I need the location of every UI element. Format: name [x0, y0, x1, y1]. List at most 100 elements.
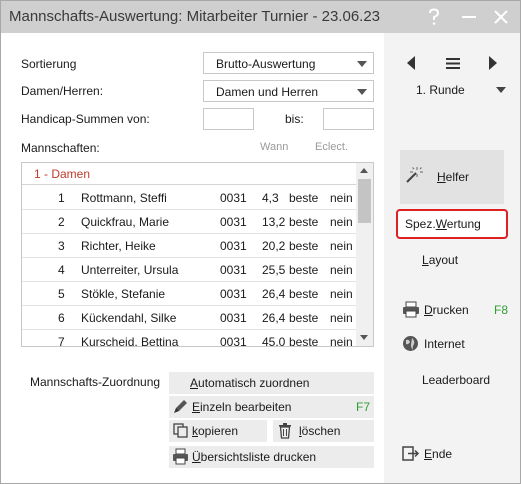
cell-hcp: 26,4	[262, 287, 286, 301]
list-scrollbar[interactable]	[356, 163, 373, 346]
helper-button[interactable]: Helfer	[400, 150, 504, 204]
printer-icon	[173, 448, 188, 465]
cell-name: Rottmann, Steffi	[81, 191, 167, 205]
table-row[interactable]: 4 Unterreiter, Ursula 0031 25,5 beste nein	[22, 258, 356, 282]
mannschaften-label: Mannschaften:	[21, 141, 100, 155]
cell-nr: 3	[58, 239, 65, 253]
runde-select[interactable]: 1. Runde	[408, 80, 508, 100]
minimize-button[interactable]	[455, 5, 483, 29]
damen-herren-value: Damen und Herren	[216, 85, 319, 99]
close-icon	[494, 10, 508, 24]
cell-wann: beste	[289, 287, 319, 301]
sortierung-value: Brutto-Auswertung	[216, 57, 316, 71]
cell-name: Quickfrau, Marie	[81, 215, 170, 229]
minimize-icon	[462, 16, 476, 18]
cell-nr: 6	[58, 311, 65, 325]
cell-hcp: 45,0	[262, 335, 286, 347]
handicap-from-input[interactable]	[203, 108, 254, 130]
damen-herren-select[interactable]: Damen und Herren	[203, 80, 374, 102]
sortierung-select[interactable]: Brutto-Auswertung	[203, 52, 374, 74]
handicap-to-input[interactable]	[323, 108, 374, 130]
table-row[interactable]: 1 Rottmann, Steffi 0031 4,3 beste nein	[22, 186, 356, 210]
cell-code: 0031	[220, 335, 247, 347]
copy-icon	[173, 423, 188, 438]
cell-name: Stökle, Stefanie	[81, 287, 166, 301]
question-mark-icon	[429, 8, 440, 25]
close-button[interactable]	[487, 5, 515, 29]
next-icon[interactable]	[488, 56, 498, 70]
scroll-up-icon[interactable]	[360, 168, 368, 173]
cell-nr: 5	[58, 287, 65, 301]
cell-eclect: nein	[330, 239, 353, 253]
cell-wann: beste	[289, 215, 319, 229]
leaderboard-button[interactable]: Leaderboard	[422, 373, 490, 387]
table-row[interactable]: 5 Stökle, Stefanie 0031 26,4 beste nein	[22, 282, 356, 306]
cell-nr: 7	[58, 335, 65, 347]
table-row[interactable]: 2 Quickfrau, Marie 0031 13,2 beste nein	[22, 210, 356, 234]
globe-icon	[403, 336, 418, 351]
previous-icon[interactable]	[406, 56, 416, 70]
print-button[interactable]: Drucken F8	[402, 299, 512, 321]
main-window: Mannschafts-Auswertung: Mitarbeiter Turn…	[0, 0, 521, 484]
exit-icon	[402, 446, 420, 461]
cell-hcp: 4,3	[262, 191, 279, 205]
print-overview-button[interactable]: Übersichtsliste drucken	[169, 446, 374, 468]
window-title: Mannschafts-Auswertung: Mitarbeiter Turn…	[9, 8, 381, 25]
internet-button[interactable]: Internet	[402, 333, 502, 355]
cell-wann: beste	[289, 239, 319, 253]
cell-eclect: nein	[330, 191, 353, 205]
cell-name: Kückendahl, Silke	[81, 311, 177, 325]
exit-button[interactable]: Ende	[402, 443, 482, 465]
scroll-thumb[interactable]	[358, 179, 371, 223]
cell-eclect: nein	[330, 263, 353, 277]
runde-value: 1. Runde	[416, 83, 465, 97]
chevron-down-icon	[357, 61, 367, 67]
cell-eclect: nein	[330, 311, 353, 325]
list-group-header[interactable]: 1 - Damen	[22, 163, 356, 185]
cell-code: 0031	[220, 263, 247, 277]
chevron-down-icon	[357, 89, 367, 95]
cell-code: 0031	[220, 215, 247, 229]
cell-nr: 4	[58, 263, 65, 277]
copy-button[interactable]: kopieren	[169, 420, 267, 442]
col-header-wann: Wann	[260, 141, 289, 153]
cell-name: Unterreiter, Ursula	[81, 263, 179, 277]
cell-eclect: nein	[330, 335, 353, 347]
trash-icon	[279, 423, 291, 439]
edit-single-button[interactable]: Einzeln bearbeiten F7	[169, 396, 374, 418]
magic-wand-icon	[406, 167, 423, 183]
delete-button[interactable]: löschen	[273, 420, 374, 442]
menu-icon[interactable]	[446, 58, 460, 69]
special-scoring-button[interactable]: Spez.Wertung	[396, 209, 508, 239]
cell-wann: beste	[289, 263, 319, 277]
cell-wann: beste	[289, 191, 319, 205]
cell-code: 0031	[220, 311, 247, 325]
print-label: Drucken	[424, 303, 469, 317]
cell-wann: beste	[289, 311, 319, 325]
cell-name: Richter, Heike	[81, 239, 156, 253]
delete-label: löschen	[299, 424, 341, 438]
cell-hcp: 25,5	[262, 263, 286, 277]
dialog-content: Sortierung Brutto-Auswertung Damen/Herre…	[2, 33, 520, 483]
cell-nr: 2	[58, 215, 65, 229]
table-row[interactable]: 3 Richter, Heike 0031 20,2 beste nein	[22, 234, 356, 258]
help-button[interactable]	[420, 5, 448, 29]
helper-label: Helfer	[437, 170, 470, 184]
zuordnung-label: Mannschafts-Zuordnung	[30, 375, 161, 389]
pencil-icon	[174, 400, 187, 413]
layout-button[interactable]: Layout	[422, 253, 458, 267]
table-row[interactable]: 6 Kückendahl, Silke 0031 26,4 beste nein	[22, 306, 356, 330]
sortierung-label: Sortierung	[21, 57, 77, 71]
print-overview-label: Übersichtsliste drucken	[192, 450, 317, 464]
sidebar: 1. Runde Helfer Spez.Wertung Layout Druc…	[384, 33, 520, 483]
group-label: 1 - Damen	[34, 167, 91, 181]
team-list[interactable]: 1 - Damen 1 Rottmann, Steffi 0031 4,3 beste n…	[21, 162, 374, 347]
auto-assign-button[interactable]: Automatisch zuordnen	[169, 372, 374, 394]
cell-wann: beste	[289, 335, 319, 347]
auto-assign-label: Automatisch zuordnen	[190, 376, 310, 390]
table-row[interactable]: 7 Kurscheid, Bettina 0031 45,0 beste nein	[22, 330, 356, 347]
edit-single-shortcut: F7	[356, 400, 371, 414]
scroll-down-icon[interactable]	[360, 335, 368, 340]
damen-herren-label: Damen/Herren:	[21, 84, 104, 98]
cell-name: Kurscheid, Bettina	[81, 335, 179, 347]
